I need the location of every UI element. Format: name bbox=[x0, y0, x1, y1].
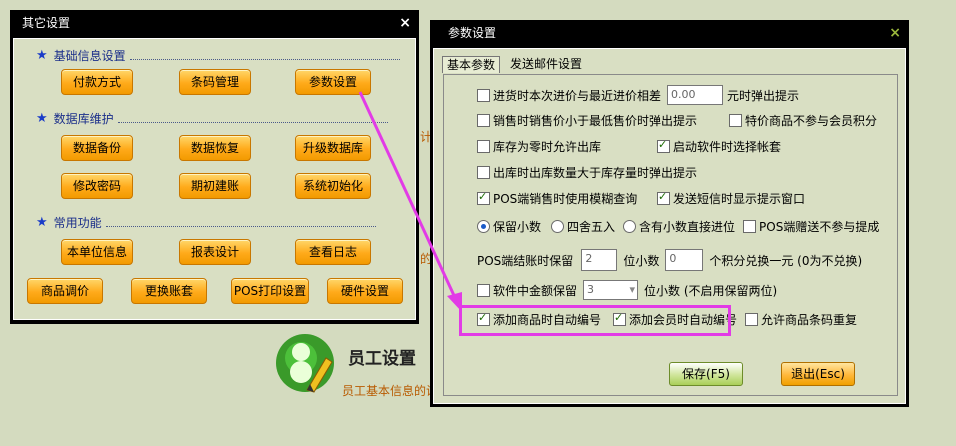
section-common: ★ 常用功能 bbox=[36, 214, 376, 231]
pos-fuzzy-checkbox[interactable] bbox=[477, 190, 490, 205]
choose-account-checkbox[interactable] bbox=[657, 138, 670, 153]
pos-gift-checkbox[interactable] bbox=[743, 220, 757, 233]
section-label: 数据库维护 bbox=[53, 112, 114, 126]
choose-account-row: 启动软件时选择帐套 bbox=[657, 138, 781, 155]
change-password-button[interactable]: 修改密码 bbox=[61, 173, 133, 199]
report-design-button[interactable]: 报表设计 bbox=[179, 239, 251, 265]
out-exceed-row: 出库时出库数量大于库存量时弹出提示 bbox=[477, 164, 697, 181]
zero-stock-row: 库存为零时允许出库 bbox=[477, 138, 601, 155]
sms-prompt-row: 发送短信时显示提示窗口 bbox=[657, 190, 805, 207]
section-database: ★ 数据库维护 bbox=[36, 110, 388, 127]
round-half-label: 四舍五入 bbox=[567, 220, 616, 234]
other-settings-body: ★ 基础信息设置 付款方式 条码管理 参数设置 ★ 数据库维护 数据备份 数据恢… bbox=[13, 38, 416, 320]
pos-fuzzy-row: POS端销售时使用模糊查询 bbox=[477, 190, 637, 207]
price-adjust-button[interactable]: 商品调价 bbox=[27, 278, 103, 304]
other-settings-titlebar[interactable]: 其它设置 × bbox=[10, 10, 419, 36]
star-icon: ★ bbox=[36, 48, 48, 63]
parameter-settings-window: 参数设置 × 基本参数 发送邮件设置 进货时本次进价与最近进价相差 0.00 元… bbox=[430, 20, 909, 407]
dup-barcode-row: 允许商品条码重复 bbox=[745, 311, 857, 328]
points-exchange-suffix: 个积分兑换一元 (0为不兑换) bbox=[709, 253, 863, 268]
payment-method-button[interactable]: 付款方式 bbox=[61, 69, 133, 95]
special-no-points-label: 特价商品不参与会员积分 bbox=[745, 114, 878, 128]
carry-up-radio[interactable] bbox=[623, 220, 637, 233]
star-icon: ★ bbox=[36, 111, 48, 126]
choose-account-label: 启动软件时选择帐套 bbox=[673, 140, 782, 154]
section-label: 基础信息设置 bbox=[53, 49, 126, 63]
star-icon: ★ bbox=[36, 215, 48, 230]
points-exchange-input[interactable]: 0 bbox=[665, 249, 704, 271]
hardware-settings-button[interactable]: 硬件设置 bbox=[327, 278, 403, 304]
barcode-management-button[interactable]: 条码管理 bbox=[179, 69, 251, 95]
purchase-diff-input[interactable]: 0.00 bbox=[667, 85, 724, 105]
sale-below-min-checkbox[interactable] bbox=[477, 114, 490, 127]
sms-prompt-label: 发送短信时显示提示窗口 bbox=[673, 192, 806, 206]
pos-settle-prefix: POS端结账时保留 bbox=[477, 253, 574, 268]
save-button[interactable]: 保存(F5) bbox=[669, 362, 743, 386]
tab-email-settings[interactable]: 发送邮件设置 bbox=[506, 56, 586, 72]
amount-keep-select[interactable]: 3 ▾ bbox=[583, 280, 639, 300]
other-settings-window: 其它设置 × ★ 基础信息设置 付款方式 条码管理 参数设置 ★ 数据库维护 数… bbox=[10, 10, 419, 324]
system-init-button[interactable]: 系统初始化 bbox=[295, 173, 371, 199]
pos-print-settings-button[interactable]: POS打印设置 bbox=[231, 278, 309, 304]
amount-keep-suffix: 位小数 (不启用保留两位) bbox=[644, 283, 778, 298]
pos-fuzzy-label: POS端销售时使用模糊查询 bbox=[493, 192, 638, 206]
data-restore-button[interactable]: 数据恢复 bbox=[179, 135, 251, 161]
out-exceed-label: 出库时出库数量大于库存量时弹出提示 bbox=[493, 166, 698, 180]
special-no-points-checkbox[interactable] bbox=[729, 114, 742, 127]
window-title: 其它设置 bbox=[22, 16, 71, 30]
carry-up-label: 含有小数直接进位 bbox=[639, 220, 736, 234]
employee-settings-desc: 员工基本信息的设 bbox=[342, 384, 434, 398]
pos-settle-decimals-input[interactable]: 2 bbox=[581, 249, 618, 271]
keep-decimal-label: 保留小数 bbox=[493, 220, 542, 234]
amount-keep-label: 软件中金额保留 bbox=[493, 283, 578, 298]
divider bbox=[105, 218, 376, 227]
dup-barcode-label: 允许商品条码重复 bbox=[761, 313, 858, 327]
purchase-diff-label: 进货时本次进价与最近进价相差 bbox=[493, 88, 662, 103]
view-log-button[interactable]: 查看日志 bbox=[295, 239, 371, 265]
round-half-radio[interactable] bbox=[551, 220, 565, 233]
opening-account-button[interactable]: 期初建账 bbox=[179, 173, 251, 199]
data-backup-button[interactable]: 数据备份 bbox=[61, 135, 133, 161]
parameter-settings-titlebar[interactable]: 参数设置 × bbox=[430, 20, 909, 46]
basic-params-panel: 进货时本次进价与最近进价相差 0.00 元时弹出提示 销售时销售价小于最低售价时… bbox=[443, 74, 898, 396]
section-label: 常用功能 bbox=[53, 216, 102, 230]
section-basic-info: ★ 基础信息设置 bbox=[36, 47, 400, 64]
sale-below-min-label: 销售时销售价小于最低售价时弹出提示 bbox=[493, 114, 698, 128]
zero-stock-checkbox[interactable] bbox=[477, 140, 490, 153]
purchase-diff-checkbox[interactable] bbox=[477, 88, 490, 102]
parameter-settings-button[interactable]: 参数设置 bbox=[295, 69, 371, 95]
zero-stock-label: 库存为零时允许出库 bbox=[493, 140, 602, 154]
close-icon[interactable]: × bbox=[889, 20, 901, 46]
pos-gift-label: POS端赠送不参与提成 bbox=[759, 220, 880, 234]
window-title: 参数设置 bbox=[448, 26, 497, 40]
parameter-settings-body: 基本参数 发送邮件设置 进货时本次进价与最近进价相差 0.00 元时弹出提示 销… bbox=[433, 48, 906, 404]
dup-barcode-checkbox[interactable] bbox=[745, 313, 758, 326]
pos-settle-row: POS端结账时保留 2 位小数 0 个积分兑换一元 (0为不兑换) bbox=[477, 249, 862, 271]
employee-settings-icon[interactable] bbox=[274, 332, 336, 394]
sms-prompt-checkbox[interactable] bbox=[657, 190, 670, 205]
special-no-points-row: 特价商品不参与会员积分 bbox=[729, 112, 877, 129]
unit-info-button[interactable]: 本单位信息 bbox=[61, 239, 133, 265]
divider bbox=[117, 114, 388, 123]
out-exceed-checkbox[interactable] bbox=[477, 166, 490, 179]
purchase-diff-row: 进货时本次进价与最近进价相差 0.00 元时弹出提示 bbox=[477, 85, 799, 105]
employee-settings-title[interactable]: 员工设置 bbox=[348, 344, 416, 369]
close-icon[interactable]: × bbox=[399, 10, 411, 36]
amount-keep-checkbox[interactable] bbox=[477, 283, 490, 297]
exit-button[interactable]: 退出(Esc) bbox=[781, 362, 855, 386]
upgrade-database-button[interactable]: 升级数据库 bbox=[295, 135, 371, 161]
pos-settle-mid: 位小数 bbox=[623, 253, 660, 268]
rounding-mode-row: 保留小数 四舍五入 含有小数直接进位 POS端赠送不参与提成 bbox=[477, 218, 879, 235]
purchase-diff-suffix: 元时弹出提示 bbox=[727, 88, 800, 103]
amount-keep-row: 软件中金额保留 3 ▾ 位小数 (不启用保留两位) bbox=[477, 280, 777, 300]
sale-below-min-row: 销售时销售价小于最低售价时弹出提示 bbox=[477, 112, 697, 129]
switch-account-button[interactable]: 更换账套 bbox=[131, 278, 207, 304]
tab-basic-params[interactable]: 基本参数 bbox=[442, 56, 501, 73]
divider bbox=[129, 51, 400, 60]
chevron-down-icon[interactable]: ▾ bbox=[629, 281, 635, 299]
highlight-box bbox=[459, 305, 731, 336]
keep-decimal-radio[interactable] bbox=[477, 220, 490, 233]
amount-keep-value: 3 bbox=[587, 283, 595, 296]
